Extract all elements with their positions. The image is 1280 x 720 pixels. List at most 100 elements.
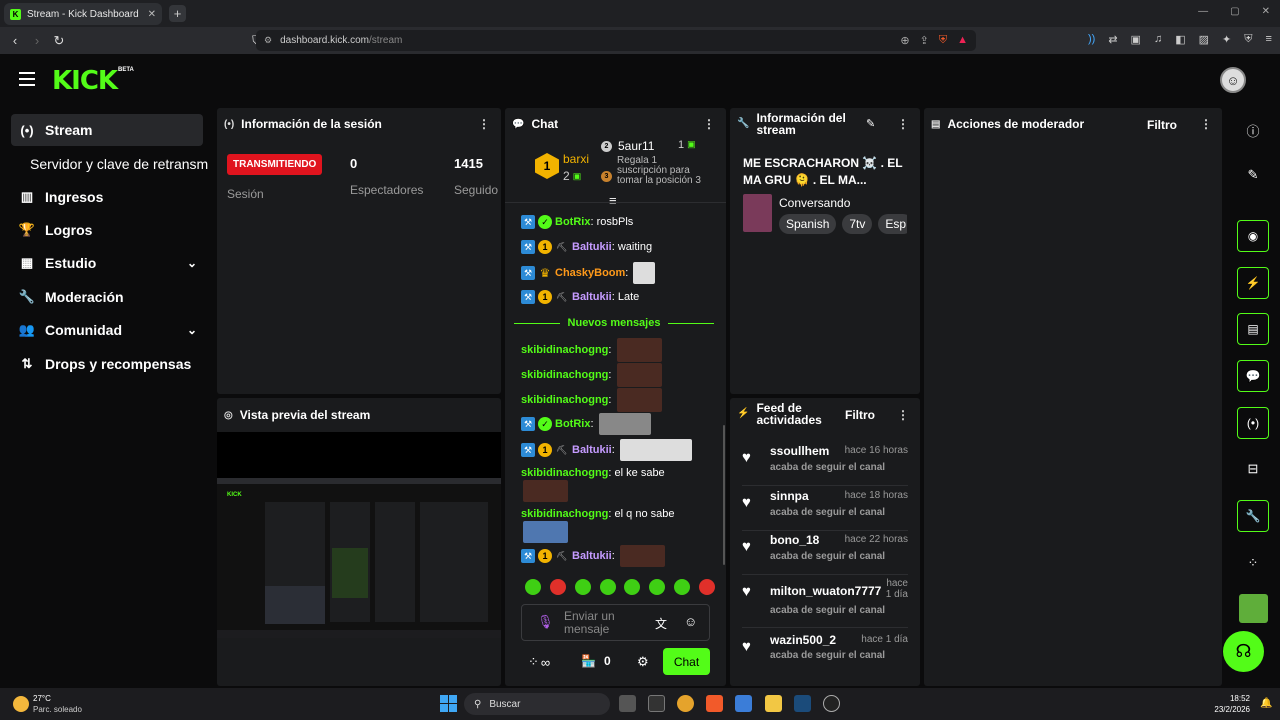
sidebar-item-logros[interactable]: 🏆 Logros [11, 214, 203, 246]
more-options-icon[interactable]: ⋮ [478, 117, 490, 131]
brave-shields-icon[interactable]: ⛨ [939, 34, 947, 47]
emote-button[interactable] [624, 579, 641, 595]
feed-username[interactable]: milton_wuaton7777 [770, 584, 881, 598]
feed-username[interactable]: bono_18 [770, 533, 819, 547]
chat-username[interactable]: skibidinachogng [521, 467, 608, 479]
sidebar-toggle-icon[interactable]: ◧ [1175, 33, 1185, 46]
epic-games-icon[interactable] [648, 695, 665, 712]
emote-button[interactable] [674, 579, 691, 595]
chat-message-input[interactable]: 🎙 Enviar un mensaje 文 ☺ [521, 604, 710, 641]
reload-icon[interactable]: ↻ [48, 33, 70, 49]
feed-filter-button[interactable]: Filtro [845, 408, 875, 422]
microphone-icon[interactable]: 🎙 [537, 614, 554, 630]
emoji-picker-icon[interactable]: ☺ [684, 614, 697, 629]
translate-icon[interactable]: ⇄ [1108, 33, 1117, 46]
support-headset-icon[interactable]: ☊ [1223, 631, 1264, 672]
more-options-icon[interactable]: ⋮ [897, 408, 909, 422]
store-app-icon[interactable] [735, 695, 752, 712]
feed-username[interactable]: sinnpa [770, 489, 809, 503]
share-icon[interactable]: ⇪ [920, 34, 929, 47]
translate-icon[interactable]: 文 [655, 615, 667, 632]
emote-button[interactable] [698, 579, 715, 595]
feed-username[interactable]: wazin500_2 [770, 633, 836, 647]
top-gifter-2-name[interactable]: 5aur11 [618, 139, 654, 153]
user-avatar[interactable]: ☺ [1220, 67, 1246, 93]
chat-username[interactable]: Baltukii [572, 241, 612, 253]
chat-username[interactable]: skibidinachogng [521, 394, 608, 406]
steam-icon[interactable] [794, 695, 811, 712]
maximize-button[interactable]: ▢ [1230, 6, 1239, 17]
windows-start-icon[interactable] [440, 695, 457, 712]
weather-sun-icon[interactable] [13, 696, 29, 712]
chat-settings-icon[interactable]: ⚙ [637, 654, 649, 670]
address-bar[interactable]: ⚙ dashboard.kick.com/stream ⊕ ⇪ ⛨ ▲ [256, 30, 976, 51]
chat-username[interactable]: Baltukii [572, 291, 612, 303]
chat-toggle-icon[interactable]: 💬 [1237, 360, 1269, 392]
taskbar-search[interactable]: ⚲ Buscar [464, 693, 610, 715]
image-icon[interactable]: ▨ [1199, 33, 1209, 46]
send-chat-button[interactable]: Chat [663, 648, 710, 675]
tab-close-icon[interactable]: ✕ [148, 9, 156, 20]
sidebar-item-ingresos[interactable]: ▥ Ingresos [11, 181, 203, 213]
store-button[interactable]: 🏪 0 [581, 654, 611, 668]
top-gifter-1-name[interactable]: barxi [563, 152, 589, 166]
sidebar-item-comunidad[interactable]: 👥 Comunidad ⌄ [11, 314, 203, 346]
zoom-icon[interactable]: ⊕ [900, 34, 909, 47]
extension-app-icon[interactable] [1239, 594, 1268, 623]
tag-chip[interactable]: Spanish [779, 214, 837, 234]
feed-username[interactable]: ssoullhem [770, 444, 829, 458]
back-icon[interactable]: ‹ [4, 33, 26, 48]
preview-toggle-icon[interactable]: ◉ [1237, 220, 1269, 252]
category-thumbnail[interactable] [743, 194, 772, 232]
menu-icon[interactable]: ≡ [1265, 33, 1271, 46]
chat-username[interactable]: ChaskyBoom [555, 267, 625, 279]
emote-button[interactable] [649, 579, 666, 595]
audio-icon[interactable]: )) [1088, 33, 1095, 46]
channel-points-button[interactable]: ⁘ ∞ [528, 654, 550, 670]
chrome-icon[interactable] [677, 695, 694, 712]
edit-pencil-icon[interactable]: ✎ [866, 117, 875, 130]
chat-scrollbar[interactable] [723, 425, 725, 565]
chat-username[interactable]: BotRix [555, 418, 590, 430]
screenshot-icon[interactable]: ▣ [1131, 33, 1141, 46]
mod-log-toggle-icon[interactable]: ▤ [1237, 313, 1269, 345]
points-icon[interactable]: ⁘ [1237, 547, 1269, 579]
close-window-button[interactable]: ✕ [1262, 6, 1270, 17]
sidebar-item-server-key[interactable]: Servidor y clave de retransm [11, 148, 211, 180]
tag-chip[interactable]: Esp [878, 214, 907, 234]
task-view-icon[interactable] [619, 695, 636, 712]
sidebar-item-estudio[interactable]: ▦ Estudio ⌄ [11, 247, 203, 279]
chat-username[interactable]: skibidinachogng [521, 369, 608, 381]
layout-icon[interactable]: ⊟ [1237, 453, 1269, 485]
brave-rewards-icon[interactable]: ▲ [957, 34, 968, 47]
kick-logo[interactable]: KICK [52, 66, 118, 96]
stream-info-toggle-icon[interactable]: 🔧 [1237, 500, 1269, 532]
edit-layout-icon[interactable]: ✎ [1237, 159, 1269, 191]
hamburger-menu-icon[interactable] [19, 72, 35, 86]
activity-toggle-icon[interactable]: ⚡ [1237, 267, 1269, 299]
more-options-icon[interactable]: ⋮ [1200, 117, 1212, 131]
tag-chip[interactable]: 7tv [842, 214, 873, 234]
file-explorer-icon[interactable] [765, 695, 782, 712]
ai-icon[interactable]: ✦ [1222, 33, 1231, 46]
stream-preview-video[interactable]: KICK [217, 478, 501, 638]
chat-username[interactable]: BotRix [555, 216, 590, 228]
minimize-button[interactable]: — [1198, 6, 1208, 17]
music-icon[interactable]: ♫ [1154, 33, 1162, 46]
sidebar-item-drops[interactable]: ⇅ Drops y recompensas [11, 348, 203, 380]
sidebar-item-moderacion[interactable]: 🔧 Moderación [11, 281, 203, 313]
category-name[interactable]: Conversando [779, 196, 850, 210]
chat-username[interactable]: skibidinachogng [521, 508, 608, 520]
emote-button[interactable] [549, 579, 566, 595]
site-info-icon[interactable]: ⚙ [264, 35, 272, 46]
chat-username[interactable]: skibidinachogng [521, 344, 608, 356]
new-tab-button[interactable]: + [169, 5, 186, 22]
collapse-gifters-icon[interactable]: ≡ [609, 193, 617, 208]
chat-username[interactable]: Baltukii [572, 550, 612, 562]
emote-button[interactable] [525, 579, 541, 595]
more-options-icon[interactable]: ⋮ [897, 117, 909, 131]
vpn-icon[interactable]: ⛨ [1244, 33, 1252, 46]
browser-tab[interactable]: K Stream - Kick Dashboard ✕ [4, 3, 162, 25]
chat-username[interactable]: Baltukii [572, 444, 612, 456]
info-icon[interactable]: ⓘ [1237, 114, 1269, 146]
